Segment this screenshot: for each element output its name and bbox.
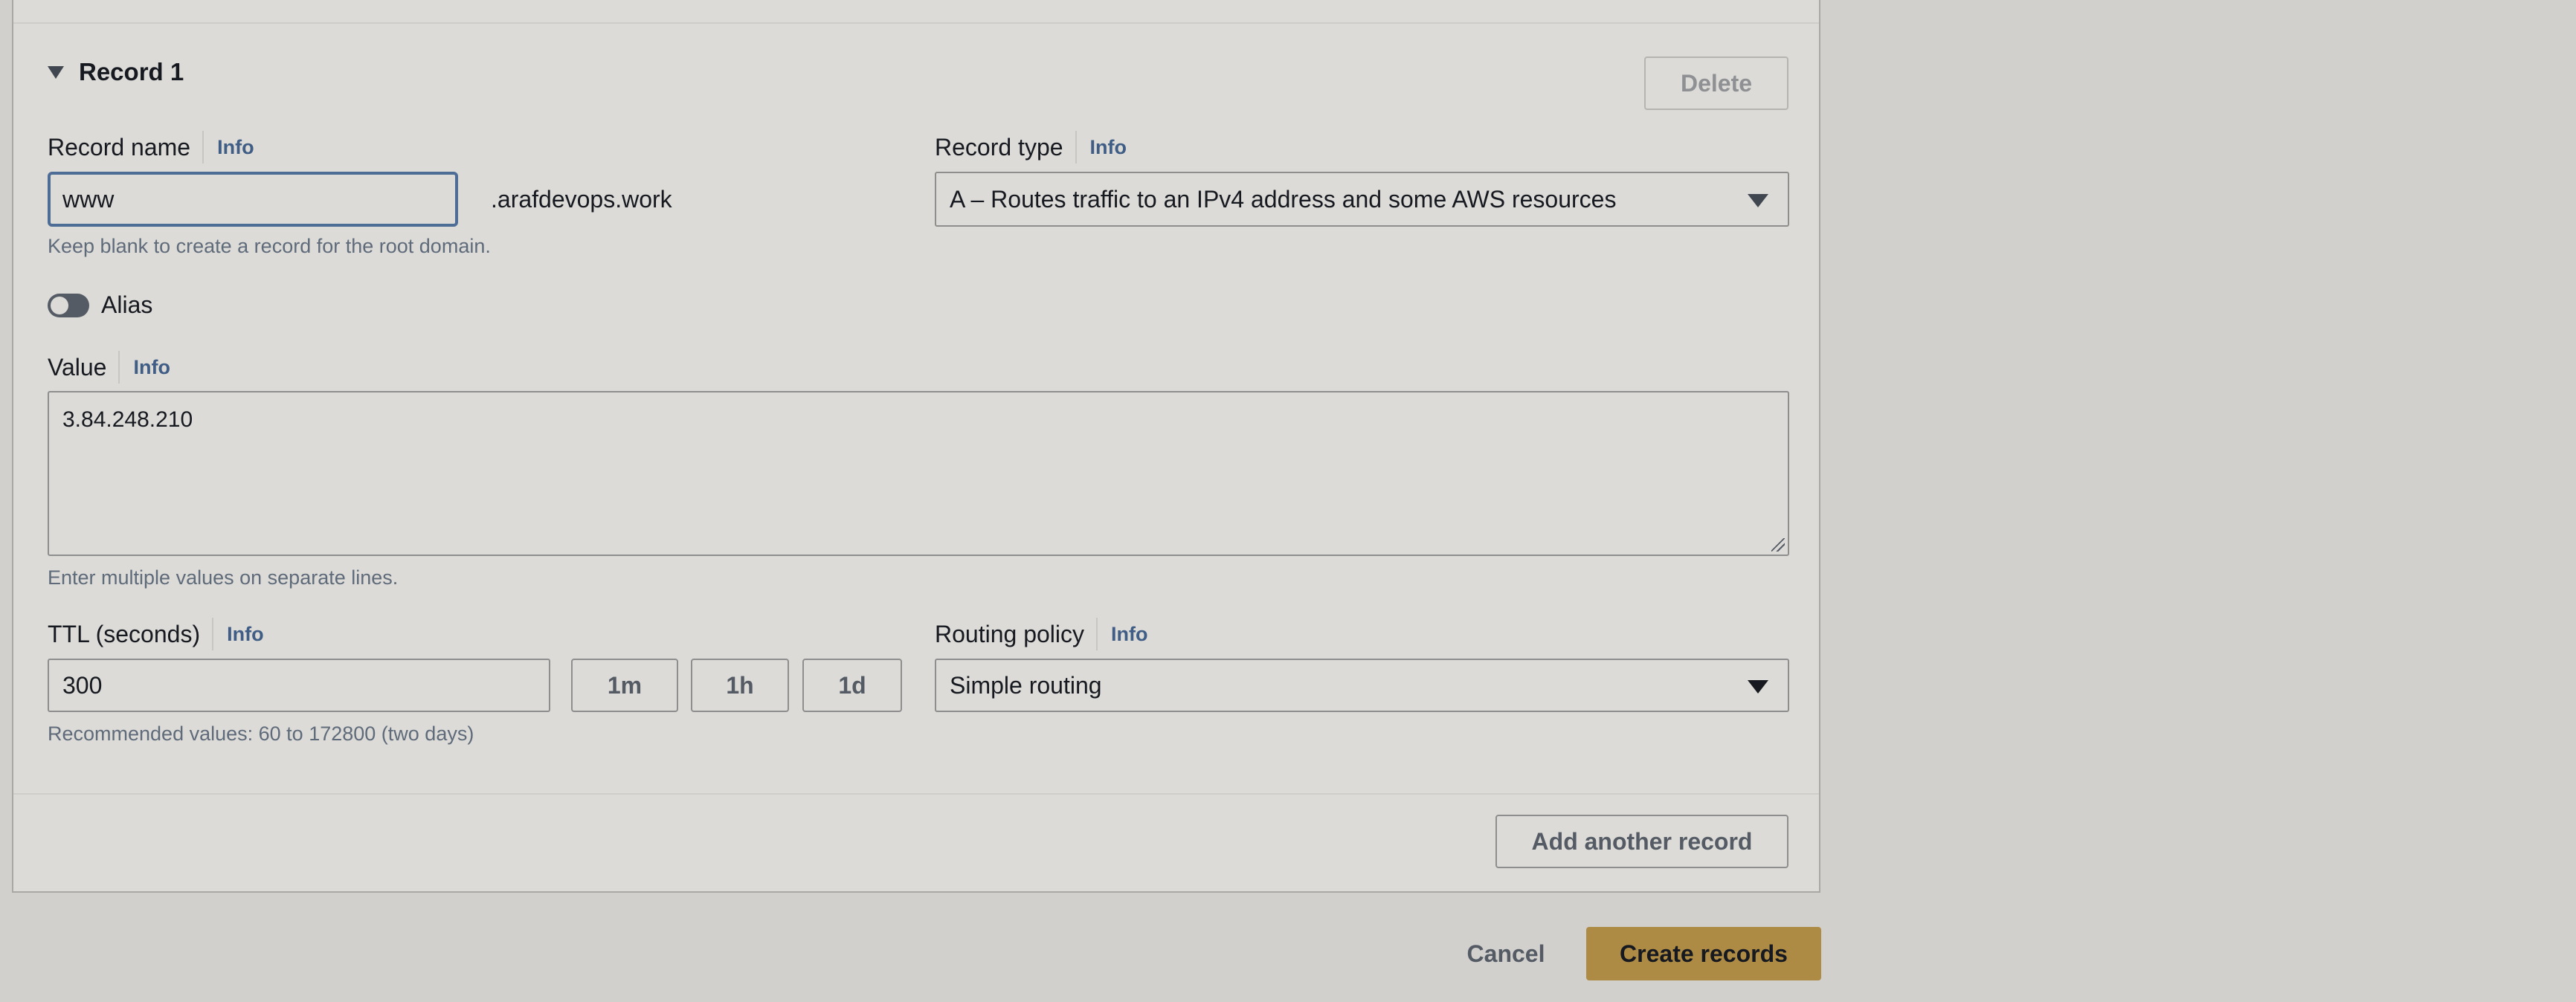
ttl-value: 300 bbox=[62, 671, 103, 699]
ttl-1m-button[interactable]: 1m bbox=[571, 659, 678, 712]
record-name-value: www bbox=[62, 185, 115, 213]
ttl-1h-button[interactable]: 1h bbox=[691, 659, 789, 712]
record-name-label-row: Record name Info bbox=[48, 131, 254, 164]
top-divider bbox=[13, 22, 1819, 24]
ttl-info-link[interactable]: Info bbox=[227, 623, 263, 646]
cancel-button[interactable]: Cancel bbox=[1450, 927, 1562, 980]
value-info-link[interactable]: Info bbox=[133, 356, 170, 379]
label-separator bbox=[212, 618, 214, 650]
label-separator bbox=[118, 351, 120, 384]
label-separator bbox=[202, 131, 205, 164]
record-name-label: Record name bbox=[48, 133, 191, 161]
record-panel: Record 1 Delete Record name Info www .ar… bbox=[12, 0, 1820, 893]
label-separator bbox=[1075, 131, 1077, 164]
routing-policy-label-row: Routing policy Info bbox=[935, 618, 1147, 650]
add-another-record-button[interactable]: Add another record bbox=[1495, 815, 1788, 868]
value-text: 3.84.248.210 bbox=[62, 407, 193, 432]
ttl-label: TTL (seconds) bbox=[48, 620, 201, 647]
alias-label: Alias bbox=[101, 291, 153, 318]
record-header[interactable]: Record 1 bbox=[48, 58, 184, 86]
value-textarea[interactable]: 3.84.248.210 bbox=[48, 391, 1789, 556]
ttl-input[interactable]: 300 bbox=[48, 659, 550, 712]
record-type-label-row: Record type Info bbox=[935, 131, 1127, 164]
ttl-label-row: TTL (seconds) Info bbox=[48, 618, 264, 650]
resize-grip-icon[interactable] bbox=[1771, 538, 1785, 552]
record-name-info-link[interactable]: Info bbox=[217, 136, 254, 159]
record-type-info-link[interactable]: Info bbox=[1090, 136, 1127, 159]
routing-policy-label: Routing policy bbox=[935, 620, 1084, 647]
record-type-select[interactable]: A – Routes traffic to an IPv4 address an… bbox=[935, 172, 1789, 227]
record-name-input[interactable]: www bbox=[48, 172, 458, 227]
record-name-hint: Keep blank to create a record for the ro… bbox=[48, 235, 491, 257]
ttl-hint: Recommended values: 60 to 172800 (two da… bbox=[48, 723, 474, 745]
toggle-knob bbox=[51, 297, 68, 314]
record-title: Record 1 bbox=[79, 58, 184, 85]
triangle-down-icon bbox=[1748, 194, 1768, 207]
routing-policy-selected: Simple routing bbox=[950, 671, 1102, 699]
value-label-row: Value Info bbox=[48, 351, 170, 384]
routing-policy-info-link[interactable]: Info bbox=[1111, 623, 1147, 646]
caret-down-icon[interactable] bbox=[48, 65, 64, 79]
triangle-down-icon bbox=[1748, 680, 1768, 694]
create-records-button[interactable]: Create records bbox=[1586, 927, 1821, 980]
value-hint: Enter multiple values on separate lines. bbox=[48, 566, 399, 589]
value-label: Value bbox=[48, 353, 107, 381]
alias-toggle[interactable] bbox=[48, 294, 89, 317]
ttl-1d-button[interactable]: 1d bbox=[802, 659, 902, 712]
footer-divider bbox=[13, 793, 1819, 795]
record-type-label: Record type bbox=[935, 133, 1063, 161]
record-type-selected: A – Routes traffic to an IPv4 address an… bbox=[950, 185, 1617, 213]
routing-policy-select[interactable]: Simple routing bbox=[935, 659, 1789, 712]
label-separator bbox=[1096, 618, 1098, 650]
domain-suffix: .arafdevops.work bbox=[491, 186, 672, 213]
delete-button[interactable]: Delete bbox=[1644, 56, 1788, 110]
